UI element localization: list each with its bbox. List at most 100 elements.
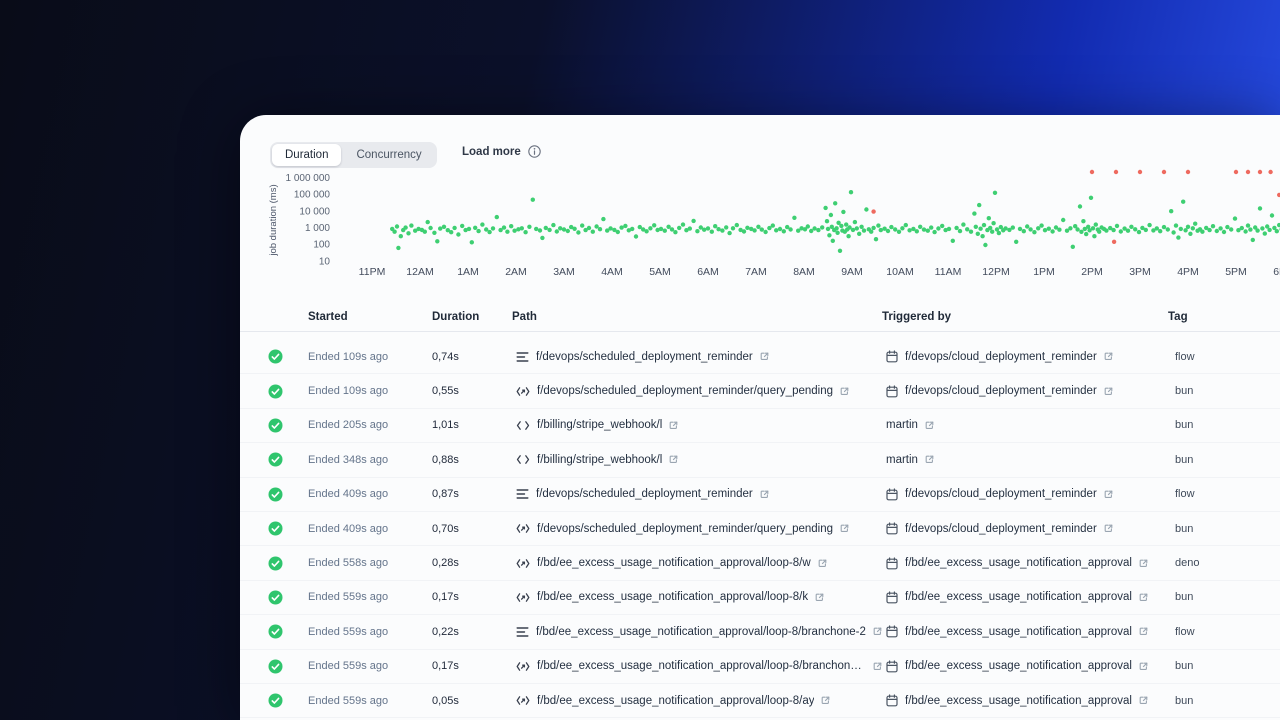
- triggered-by-link[interactable]: f/bd/ee_excess_usage_notification_approv…: [905, 591, 1132, 603]
- info-icon[interactable]: [528, 145, 541, 158]
- success-run-point[interactable]: [825, 226, 831, 232]
- open-run-icon[interactable]: [669, 455, 678, 464]
- success-run-point[interactable]: [1200, 229, 1205, 234]
- success-run-point[interactable]: [601, 216, 606, 222]
- success-run-point[interactable]: [1181, 199, 1186, 204]
- path-link[interactable]: f/devops/scheduled_deployment_reminder/q…: [537, 523, 833, 535]
- open-trigger-icon[interactable]: [1104, 524, 1113, 533]
- success-run-point[interactable]: [580, 223, 585, 228]
- success-run-point[interactable]: [1229, 227, 1234, 232]
- table-row[interactable]: Ended 109s ago 0,55s f/devops/scheduled_de…: [240, 374, 1280, 409]
- success-run-point[interactable]: [1178, 226, 1183, 232]
- open-run-icon[interactable]: [818, 559, 827, 568]
- success-run-point[interactable]: [537, 228, 543, 233]
- failure-run-point[interactable]: [1113, 169, 1119, 175]
- success-run-point[interactable]: [586, 225, 592, 231]
- table-row[interactable]: Ended 409s ago 0,70s f/devops/scheduled_de…: [240, 512, 1280, 547]
- success-run-point[interactable]: [724, 225, 729, 230]
- path-link[interactable]: f/billing/stripe_webhook/l: [537, 454, 662, 466]
- success-run-point[interactable]: [837, 248, 843, 253]
- success-run-point[interactable]: [907, 228, 912, 233]
- success-run-point[interactable]: [805, 224, 810, 229]
- success-run-point[interactable]: [438, 226, 443, 231]
- success-run-point[interactable]: [727, 230, 732, 236]
- open-run-icon[interactable]: [840, 524, 849, 533]
- triggered-by-link[interactable]: f/devops/cloud_deployment_reminder: [905, 385, 1097, 397]
- success-run-point[interactable]: [469, 240, 474, 245]
- success-run-point[interactable]: [981, 222, 987, 228]
- success-run-point[interactable]: [505, 229, 510, 234]
- path-link[interactable]: f/devops/scheduled_deployment_reminder: [536, 488, 753, 500]
- success-run-point[interactable]: [1017, 226, 1023, 232]
- success-run-point[interactable]: [988, 225, 993, 231]
- success-run-point[interactable]: [1111, 227, 1116, 233]
- success-run-point[interactable]: [889, 224, 894, 230]
- success-run-point[interactable]: [590, 229, 595, 234]
- success-run-point[interactable]: [1210, 224, 1216, 229]
- success-run-point[interactable]: [1088, 195, 1094, 200]
- success-run-point[interactable]: [957, 228, 963, 234]
- open-trigger-icon[interactable]: [1139, 627, 1148, 636]
- success-run-point[interactable]: [1090, 226, 1096, 231]
- success-run-point[interactable]: [940, 223, 945, 229]
- open-trigger-icon[interactable]: [1104, 387, 1113, 396]
- failure-run-point[interactable]: [1111, 239, 1117, 244]
- success-run-point[interactable]: [460, 223, 465, 229]
- path-cell[interactable]: f/billing/stripe_webhook/l: [512, 419, 882, 431]
- success-run-point[interactable]: [854, 226, 859, 231]
- success-run-point[interactable]: [965, 227, 970, 232]
- success-run-point[interactable]: [1070, 244, 1075, 249]
- success-run-point[interactable]: [1274, 229, 1279, 234]
- success-run-point[interactable]: [551, 222, 556, 228]
- triggered-by-cell[interactable]: f/bd/ee_excess_usage_notification_approv…: [882, 694, 1168, 707]
- success-run-point[interactable]: [996, 230, 1002, 236]
- success-run-point[interactable]: [893, 227, 898, 232]
- triggered-by-cell[interactable]: f/devops/cloud_deployment_reminder: [882, 384, 1168, 398]
- path-link[interactable]: f/bd/ee_excess_usage_notification_approv…: [537, 660, 866, 672]
- success-run-point[interactable]: [1193, 221, 1198, 226]
- success-run-point[interactable]: [978, 226, 983, 231]
- success-run-point[interactable]: [859, 224, 864, 229]
- triggered-by-link[interactable]: f/bd/ee_excess_usage_notification_approv…: [905, 695, 1132, 707]
- success-run-point[interactable]: [1255, 228, 1260, 233]
- success-run-point[interactable]: [876, 223, 881, 228]
- success-run-point[interactable]: [452, 225, 457, 231]
- success-run-point[interactable]: [983, 242, 988, 248]
- success-run-point[interactable]: [861, 228, 867, 233]
- open-trigger-icon[interactable]: [1139, 696, 1148, 705]
- success-run-point[interactable]: [1171, 230, 1176, 235]
- success-run-point[interactable]: [954, 225, 959, 231]
- success-run-point[interactable]: [530, 197, 535, 202]
- open-run-icon[interactable]: [821, 696, 830, 705]
- success-run-point[interactable]: [869, 229, 874, 234]
- triggered-by-link[interactable]: f/devops/cloud_deployment_reminder: [905, 351, 1097, 363]
- success-run-point[interactable]: [644, 229, 649, 234]
- success-run-point[interactable]: [950, 238, 955, 243]
- success-run-point[interactable]: [903, 222, 908, 228]
- success-run-point[interactable]: [992, 190, 998, 195]
- triggered-by-link[interactable]: martin: [886, 454, 918, 466]
- success-run-point[interactable]: [1161, 224, 1167, 230]
- success-run-point[interactable]: [1245, 223, 1251, 228]
- success-run-point[interactable]: [871, 225, 876, 231]
- success-run-point[interactable]: [691, 218, 696, 224]
- table-row[interactable]: Ended 109s ago 0,74s f/devops/scheduled_de…: [240, 340, 1280, 375]
- triggered-by-link[interactable]: f/bd/ee_excess_usage_notification_approv…: [905, 660, 1132, 672]
- path-link[interactable]: f/billing/stripe_webhook/l: [537, 419, 662, 431]
- success-run-point[interactable]: [695, 229, 700, 234]
- success-run-point[interactable]: [827, 233, 832, 238]
- success-run-point[interactable]: [1214, 228, 1219, 234]
- success-run-point[interactable]: [977, 202, 982, 208]
- success-run-point[interactable]: [828, 212, 834, 218]
- success-run-point[interactable]: [1081, 219, 1086, 224]
- success-run-point[interactable]: [752, 228, 757, 233]
- success-run-point[interactable]: [1239, 225, 1244, 231]
- success-run-point[interactable]: [473, 225, 478, 230]
- success-run-point[interactable]: [1262, 231, 1267, 236]
- path-cell[interactable]: f/devops/scheduled_deployment_reminder/q…: [512, 523, 882, 535]
- success-run-point[interactable]: [1014, 239, 1019, 244]
- open-run-icon[interactable]: [873, 662, 882, 671]
- success-run-point[interactable]: [1092, 234, 1097, 239]
- table-row[interactable]: Ended 559s ago 0,17s f/bd/ee_excess_usage_…: [240, 581, 1280, 616]
- success-run-point[interactable]: [781, 229, 786, 234]
